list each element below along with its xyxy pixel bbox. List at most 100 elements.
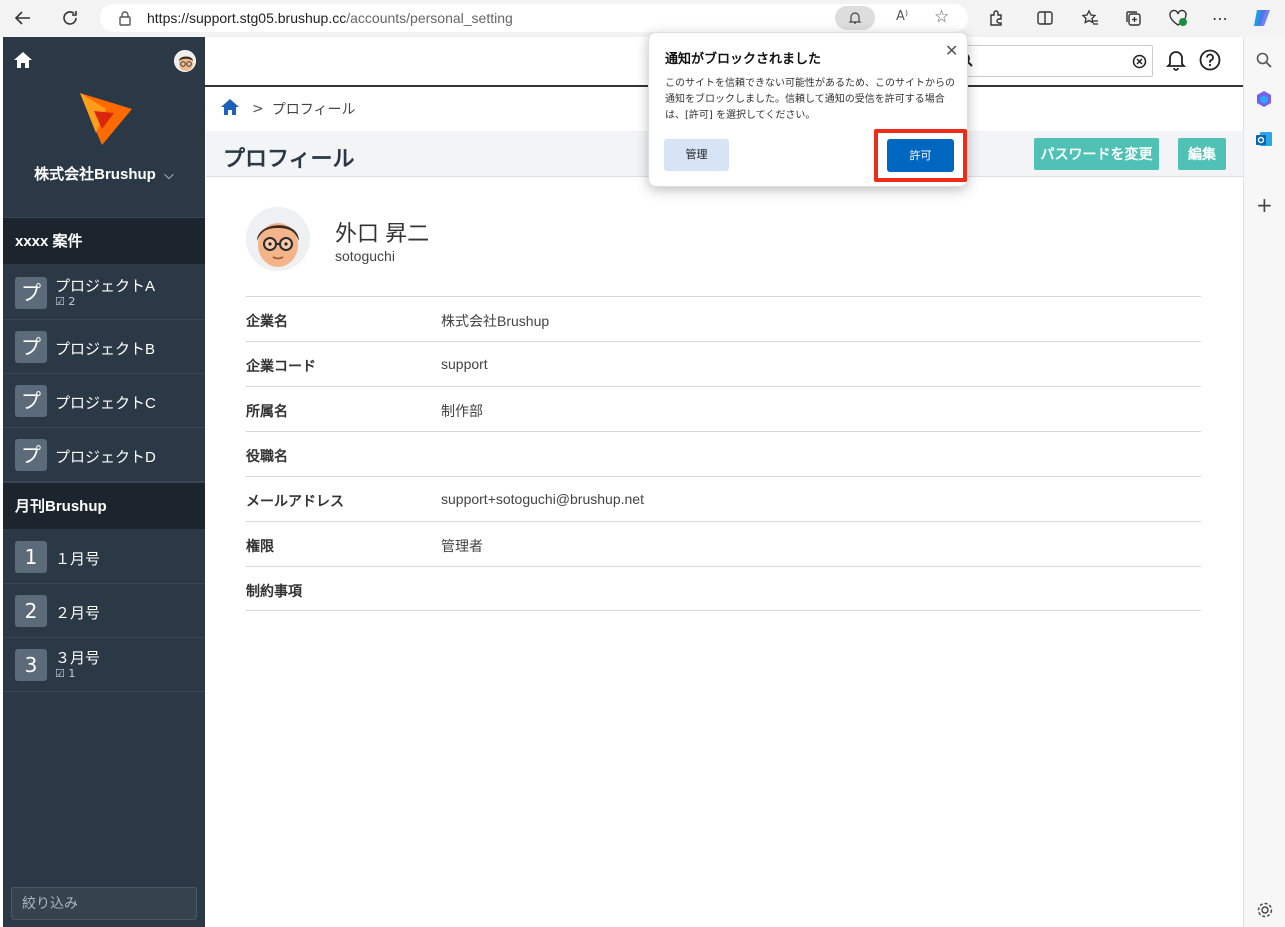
change-password-button[interactable]: パスワードを変更 — [1034, 138, 1159, 170]
browser-toolbar: https://support.stg05.brushup.cc/account… — [0, 0, 1285, 37]
field-value: 株式会社Brushup — [441, 313, 550, 329]
app-sidebar: 株式会社Brushup ⌵ xxxx 案件 プ プロジェクトA ☑ 2 プ プロ… — [3, 37, 205, 927]
copilot-app-icon[interactable] — [1255, 90, 1273, 112]
more-menu-icon[interactable]: ⋯ — [1207, 5, 1233, 31]
company-name: 株式会社Brushup — [34, 166, 156, 183]
sidebar-item-label: プロジェクトD — [55, 449, 156, 466]
outlook-icon[interactable] — [1255, 130, 1273, 152]
sidebar-item-label: プロジェクトA — [55, 278, 156, 295]
settings-gear-icon[interactable] — [1256, 901, 1274, 923]
address-bar[interactable]: https://support.stg05.brushup.cc/account… — [100, 4, 968, 32]
edit-button[interactable]: 編集 — [1178, 138, 1226, 170]
notification-blocked-popup: 通知がブロックされました ✕ このサイトを信頼できない可能性があるため、このサイ… — [648, 32, 968, 187]
sidebar-item-issue-3[interactable]: 3 ３月号 ☑ 1 — [3, 638, 205, 692]
sidebar-item-label: ２月号 — [55, 605, 101, 622]
breadcrumb-separator: > — [252, 101, 264, 117]
search-icon[interactable] — [1255, 51, 1273, 73]
table-row: 制約事項 — [246, 566, 1201, 611]
table-row: 企業名 株式会社Brushup — [246, 296, 1201, 341]
url-path: /accounts/personal_setting — [346, 10, 513, 26]
field-label: メールアドレス — [246, 493, 344, 509]
sidebar-section-header: xxxx 案件 — [3, 217, 205, 264]
clear-search-icon[interactable] — [1132, 54, 1147, 73]
split-screen-icon[interactable] — [1032, 5, 1058, 31]
collections-icon[interactable] — [1120, 5, 1146, 31]
field-value: support+sotoguchi@brushup.net — [441, 491, 644, 507]
issue-badge: 2 — [15, 595, 47, 627]
copilot-icon[interactable] — [1249, 5, 1275, 31]
notification-bell-icon[interactable] — [1165, 49, 1187, 75]
sidebar-item-label: プロジェクトC — [55, 395, 156, 412]
task-count: ☑ 1 — [55, 667, 75, 680]
table-row: 権限 管理者 — [246, 521, 1201, 566]
sidebar-item-label: １月号 — [55, 551, 101, 568]
home-icon[interactable] — [13, 51, 33, 73]
refresh-icon[interactable] — [57, 5, 83, 31]
profile-avatar — [246, 207, 310, 271]
task-count: ☑ 2 — [55, 295, 75, 308]
project-badge: プ — [15, 385, 47, 417]
project-badge: プ — [15, 331, 47, 363]
allow-button[interactable]: 許可 — [887, 139, 954, 172]
project-badge: プ — [15, 277, 47, 309]
read-aloud-icon[interactable]: A⁾ — [896, 9, 908, 24]
checkbox-icon: ☑ — [55, 667, 65, 680]
breadcrumb: > プロフィール — [220, 98, 355, 120]
sidebar-item-label: プロジェクトB — [55, 341, 156, 358]
extensions-icon[interactable] — [983, 5, 1009, 31]
close-icon[interactable]: ✕ — [945, 41, 958, 60]
issue-badge: 1 — [15, 541, 47, 573]
home-icon[interactable] — [220, 98, 240, 120]
sidebar-item-issue-1[interactable]: 1 １月号 — [3, 530, 205, 584]
breadcrumb-current: プロフィール — [271, 102, 356, 118]
notification-blocked-button[interactable] — [835, 6, 875, 30]
company-switcher[interactable]: 株式会社Brushup ⌵ — [3, 163, 205, 184]
profile-username: sotoguchi — [335, 248, 395, 264]
field-label: 企業名 — [246, 313, 288, 329]
popup-title: 通知がブロックされました — [665, 52, 822, 67]
favorite-star-icon[interactable]: ☆ — [934, 7, 949, 27]
back-icon[interactable] — [10, 5, 36, 31]
user-avatar[interactable] — [174, 50, 196, 72]
filter-input[interactable]: 絞り込み — [11, 887, 197, 920]
field-label: 企業コード — [246, 358, 316, 374]
manage-button[interactable]: 管理 — [664, 139, 729, 171]
task-count-value: 2 — [68, 295, 76, 308]
sidebar-item-issue-2[interactable]: 2 ２月号 — [3, 584, 205, 638]
sidebar-item-project-d[interactable]: プ プロジェクトD — [3, 428, 205, 482]
table-row: 役職名 — [246, 431, 1201, 476]
add-icon[interactable]: + — [1256, 193, 1273, 217]
field-label: 制約事項 — [246, 583, 302, 599]
checkbox-icon: ☑ — [55, 295, 65, 308]
table-row: 所属名 制作部 — [246, 386, 1201, 431]
brushup-logo — [76, 89, 134, 153]
table-row: メールアドレス support+sotoguchi@brushup.net — [246, 476, 1201, 521]
field-value: 制作部 — [441, 403, 483, 419]
field-value: 管理者 — [441, 538, 483, 554]
field-label: 役職名 — [246, 448, 288, 464]
chevron-down-icon: ⌵ — [163, 167, 174, 182]
sidebar-item-project-a[interactable]: プ プロジェクトA ☑ 2 — [3, 266, 205, 320]
browser-essentials-icon[interactable] — [1165, 5, 1191, 31]
url-host: https://support.stg05.brushup.cc — [147, 10, 347, 26]
bell-icon — [848, 12, 862, 24]
help-icon[interactable] — [1199, 49, 1221, 75]
popup-message: このサイトを信頼できない可能性があるため、このサイトからの通知をブロックしました… — [665, 78, 955, 121]
edge-sidebar: + — [1243, 37, 1285, 927]
sidebar-section-header: 月刊Brushup — [3, 482, 205, 529]
table-row: 企業コード support — [246, 341, 1201, 386]
issue-badge: 3 — [15, 649, 47, 681]
field-label: 権限 — [246, 538, 274, 554]
profile-name: 外口 昇二 — [335, 221, 430, 246]
lock-icon — [118, 10, 132, 30]
page-title: プロフィール — [223, 146, 355, 171]
field-label: 所属名 — [246, 403, 288, 419]
sidebar-item-label: ３月号 — [55, 650, 101, 667]
sidebar-item-project-c[interactable]: プ プロジェクトC — [3, 374, 205, 428]
favorites-icon[interactable] — [1077, 5, 1103, 31]
field-value: support — [441, 356, 488, 372]
profile-info-table: 企業名 株式会社Brushup 企業コード support 所属名 制作部 役職… — [246, 296, 1201, 611]
sidebar-item-project-b[interactable]: プ プロジェクトB — [3, 320, 205, 374]
task-count-value: 1 — [68, 667, 76, 680]
search-input[interactable] — [955, 45, 1153, 77]
